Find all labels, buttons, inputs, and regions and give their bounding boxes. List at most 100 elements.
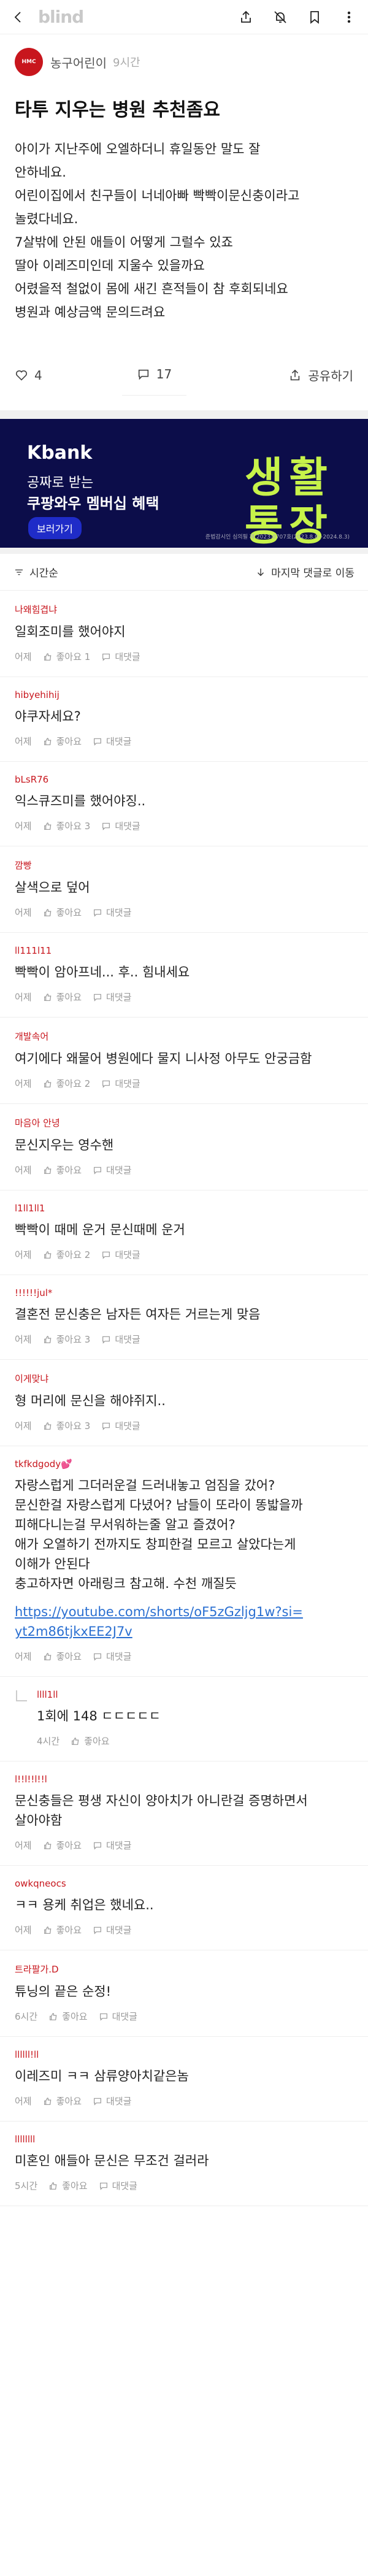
jump-to-last-comment[interactable]: 마지막 댓글로 이동: [255, 564, 355, 580]
comment-like-button[interactable]: 좋아요: [43, 906, 82, 919]
comment-author[interactable]: bLsR76: [15, 774, 353, 785]
comment-link[interactable]: yt2m86tjkxEE2J7v: [15, 1622, 353, 1641]
comment-like-button[interactable]: 좋아요: [48, 2010, 88, 2023]
comment-author[interactable]: owkqneocs: [15, 1878, 353, 1889]
share-button[interactable]: 공유하기: [288, 366, 353, 384]
comment-like-button[interactable]: 좋아요 2: [43, 1077, 90, 1090]
comment-author[interactable]: hibyehihij: [15, 689, 353, 700]
comment-time: 어제: [15, 1078, 32, 1089]
ad-button[interactable]: 보러가기: [28, 517, 82, 539]
comment-text: 형 머리에 문신을 해야쥐지..: [15, 1393, 166, 1408]
comment-reply-button[interactable]: 대댓글: [93, 1650, 131, 1663]
comment-item: llllllll 미혼인 애들아 문신은 무조건 걸러라 5시간 좋아요 대댓글: [0, 2122, 368, 2206]
thumb-up-icon: [44, 653, 51, 661]
bell-off-icon[interactable]: [271, 8, 289, 26]
comment-author[interactable]: 마음아 안녕: [15, 1116, 353, 1129]
comment-like-button[interactable]: 좋아요: [43, 1650, 82, 1663]
comment-author[interactable]: 이게맞냐: [15, 1372, 353, 1385]
comment-author[interactable]: ll111l11: [15, 945, 353, 956]
like-button[interactable]: 4: [15, 368, 42, 383]
comment-item: !!!!!!jul* 결혼전 문신충은 남자든 여자든 거르는게 맞음 어제 좋…: [0, 1275, 368, 1360]
comment-author[interactable]: llll1ll: [37, 1689, 353, 1700]
comment-reply-button[interactable]: 대댓글: [101, 819, 140, 832]
comment-reply-button[interactable]: 대댓글: [93, 991, 131, 1003]
avatar[interactable]: HMC: [15, 48, 43, 76]
comment-like-button[interactable]: 좋아요 3: [43, 1333, 90, 1346]
comment-author[interactable]: 나왜힘겹냐: [15, 603, 353, 616]
comment-item: tkfkdgody💕 자랑스럽게 그더러운걸 드러내놓고 엄짐을 갔어? 문신한…: [0, 1446, 368, 1677]
comment-link[interactable]: https://youtube.com/shorts/oF5zGzljg1w?s…: [15, 1602, 353, 1622]
share-icon[interactable]: [237, 8, 255, 26]
post-line: 어렸을적 철없이 몸에 새긴 흔적들이 참 후회되네요: [15, 282, 288, 296]
thumb-up-icon: [44, 993, 51, 1001]
comment-author[interactable]: tkfkdgody💕: [15, 1459, 353, 1470]
comment-item: 트라팔가.D 튜닝의 끝은 순정! 6시간 좋아요 대댓글: [0, 1950, 368, 2037]
comment-reply-button[interactable]: 대댓글: [93, 2095, 131, 2107]
comment-like-button[interactable]: 좋아요: [43, 2095, 82, 2107]
comment-reply-button[interactable]: 대댓글: [101, 1419, 140, 1432]
comment-author[interactable]: !!!!!!jul*: [15, 1287, 353, 1298]
comment-reply-button[interactable]: 대댓글: [101, 1248, 140, 1261]
comment-like-button[interactable]: 좋아요 3: [43, 819, 90, 832]
comment-author[interactable]: 깜빵: [15, 859, 353, 872]
post-time: 9시간: [113, 56, 140, 69]
comment-text: 야쿠자세요?: [15, 709, 81, 724]
post-title: 타투 지우는 병원 추천좀요: [15, 99, 220, 121]
comment-reply-button[interactable]: 대댓글: [93, 1839, 131, 1852]
ad-banner[interactable]: Kbank 공짜로 받는 쿠팡와우 멤버십 혜택 보러가기 생활 통장 준법감시…: [0, 419, 368, 548]
comment-reply-button[interactable]: 대댓글: [99, 2179, 137, 2192]
comment-author[interactable]: 개발속어: [15, 1030, 353, 1043]
comment-time: 6시간: [15, 2011, 38, 2022]
author-name[interactable]: 농구어린이: [50, 53, 107, 71]
comment-text: 일회조미를 했어야지: [15, 624, 126, 639]
comment-reply-button[interactable]: 대댓글: [101, 1077, 140, 1090]
comment-text: 이레즈미 ㅋㅋ 삼류양아치같은놈: [15, 2069, 189, 2083]
comment-item: 깜빵 살색으로 덮어 어제 좋아요 대댓글: [0, 846, 368, 933]
comment-like-button[interactable]: 좋아요: [43, 735, 82, 748]
thumb-up-icon: [44, 822, 51, 830]
comment-time: 4시간: [37, 1736, 60, 1747]
comment-author[interactable]: llllllll: [15, 2134, 353, 2145]
bookmark-icon[interactable]: [305, 8, 324, 26]
thumb-up-icon: [44, 1251, 51, 1259]
comment-icon: [138, 369, 148, 380]
comment-like-button[interactable]: 좋아요 3: [43, 1419, 90, 1432]
comment-like-button[interactable]: 좋아요 1: [43, 650, 90, 663]
comment-reply-button[interactable]: 대댓글: [93, 1923, 131, 1936]
comment-reply-button[interactable]: 대댓글: [101, 1333, 140, 1346]
more-icon[interactable]: [340, 8, 358, 26]
comment-time: 어제: [15, 1249, 32, 1260]
comment-like-button[interactable]: 좋아요: [43, 991, 82, 1003]
comment-like-button[interactable]: 좋아요: [43, 1923, 82, 1936]
comment-reply-button[interactable]: 대댓글: [93, 906, 131, 919]
comment-reply-button[interactable]: 대댓글: [99, 2010, 137, 2023]
comment-author[interactable]: l!!l!!l!!l: [15, 1774, 353, 1785]
comment-like-button[interactable]: 좋아요 2: [43, 1248, 90, 1261]
comment-text: 살색으로 덮어: [15, 880, 90, 895]
comment-reply-button[interactable]: 대댓글: [93, 1163, 131, 1176]
sort-time-order[interactable]: 시간순: [13, 564, 58, 580]
post-actions: 4 17 공유하기: [0, 324, 368, 410]
comment-icon: [94, 738, 101, 746]
comment-author[interactable]: 트라팔가.D: [15, 1963, 353, 1976]
comment-like-button[interactable]: 좋아요: [43, 1163, 82, 1176]
comment-item: l!!l!!l!!l 문신충들은 평생 자신이 양아치가 아니란걸 증명하면서 …: [0, 1761, 368, 1866]
comment-text: 결혼전 문신충은 남자든 여자든 거르는게 맞음: [15, 1307, 261, 1322]
comment-like-button[interactable]: 좋아요: [48, 2179, 88, 2192]
comment-text-line: 자랑스럽게 그더러운걸 드러내놓고 엄짐을 갔어?: [15, 1478, 275, 1493]
comment-author[interactable]: l1ll1ll1: [15, 1203, 353, 1214]
comment-text: ㅋㅋ 용케 취업은 했네요..: [15, 1898, 154, 1912]
comment-like-button[interactable]: 좋아요: [71, 1735, 110, 1747]
comment-author[interactable]: llllll!ll: [15, 2049, 353, 2060]
back-arrow-icon[interactable]: [10, 9, 27, 26]
comment-time: 어제: [15, 2096, 32, 2107]
comment-like-button[interactable]: 좋아요: [43, 1839, 82, 1852]
thumb-up-icon: [44, 1079, 51, 1087]
ad-line1: 공짜로 받는: [27, 475, 94, 491]
comment-reply-button[interactable]: 대댓글: [101, 650, 140, 663]
comment-icon: [94, 909, 101, 917]
comment-button[interactable]: 17: [121, 355, 187, 396]
comment-reply-button[interactable]: 대댓글: [93, 735, 131, 748]
post-line: 7살밖에 안된 애들이 어떻게 그럴수 있죠: [15, 235, 233, 250]
sort-bar: 시간순 마지막 댓글로 이동: [0, 554, 368, 591]
